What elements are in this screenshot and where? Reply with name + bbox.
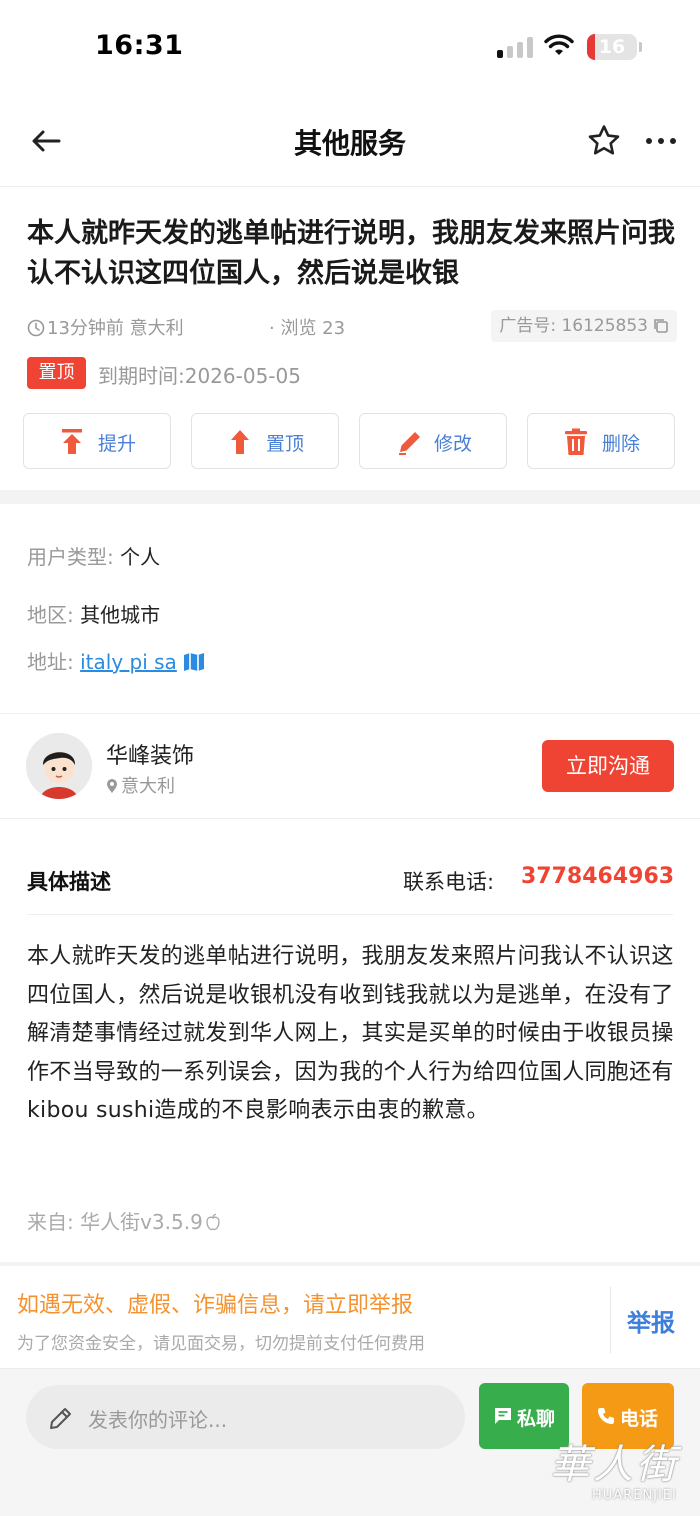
seller-location-text: 意大利 [121, 776, 175, 797]
phone-label: 联系电话: [403, 870, 495, 894]
post-views: · 浏览 23 [269, 318, 346, 339]
clock-icon [27, 319, 45, 337]
wifi-icon [544, 34, 574, 55]
delete-label: 删除 [602, 433, 641, 455]
cellular-signal-icon [497, 36, 535, 58]
pin-top-button[interactable]: 置顶 [191, 413, 339, 469]
chat-now-button[interactable]: 立即沟通 [542, 740, 674, 792]
more-options-icon[interactable] [644, 123, 678, 159]
post-source-text: 来自: 华人街v3.5.9 [27, 1210, 203, 1234]
post-meta: 13分钟前 意大利 · 浏览 23 广告号: 16125853 [27, 310, 677, 342]
pin-top-label: 置顶 [266, 433, 305, 455]
watermark-logo: 華人街 HUARENJIEI [540, 1430, 700, 1516]
post-time: 13分钟前 [47, 318, 124, 339]
map-icon[interactable] [183, 652, 205, 672]
post-title: 本人就昨天发的逃单帖进行说明，我朋友发来照片问我认不认识这四位国人，然后说是收银 [27, 218, 675, 289]
edit-button[interactable]: 修改 [359, 413, 507, 469]
pencil-icon [50, 1408, 71, 1429]
seller-name[interactable]: 华峰装饰 [106, 738, 194, 770]
region-row: 地区: 其他城市 [27, 599, 160, 628]
address-link[interactable]: italy pi sa [80, 650, 177, 674]
address-row: 地址: italy pi sa [27, 646, 205, 675]
apple-icon [206, 1213, 220, 1231]
edit-label: 修改 [434, 433, 473, 455]
location-pin-icon [107, 779, 117, 793]
battery-icon: 16 [587, 34, 637, 60]
user-type-row: 用户类型: 个人 [27, 541, 160, 570]
nav-bar: 其他服务 [0, 95, 700, 187]
watermark-main: 華人街 [550, 1442, 679, 1488]
divider [27, 914, 673, 915]
section-separator [0, 490, 700, 504]
private-message-label: 私聊 [517, 1408, 556, 1430]
region-value: 其他城市 [80, 603, 161, 627]
watermark-sub: HUARENJIEI [592, 1488, 677, 1503]
action-buttons: 提升 置顶 修改 删除 [23, 413, 677, 469]
raise-button[interactable]: 提升 [23, 413, 171, 469]
post-location: 意大利 [129, 318, 184, 339]
battery-level: 16 [598, 36, 626, 58]
top-badge: 置顶 [27, 357, 86, 389]
seller-location: 意大利 [106, 772, 175, 798]
battery-cap [639, 42, 642, 52]
phone-icon [598, 1408, 614, 1424]
comment-placeholder: 发表你的评论... [88, 1408, 228, 1432]
warning-divider [610, 1287, 611, 1353]
call-label: 电话 [620, 1408, 659, 1430]
address-label: 地址: [27, 650, 81, 674]
section-separator [0, 1262, 700, 1266]
warning-subtitle: 为了您资金安全，请见面交易，切勿提前支付任何费用 [17, 1334, 425, 1354]
divider [0, 713, 700, 714]
description-body: 本人就昨天发的逃单帖进行说明，我朋友发来照片问我认不认识这四位国人，然后说是收银… [27, 944, 674, 1124]
delete-button[interactable]: 删除 [527, 413, 675, 469]
ad-number-text: 广告号: 16125853 [499, 316, 648, 336]
copy-icon[interactable] [652, 317, 669, 334]
warning-title: 如遇无效、虚假、诈骗信息，请立即举报 [17, 1293, 414, 1318]
expire-date: 到期时间:2026-05-05 [98, 364, 301, 388]
region-label: 地区: [27, 603, 81, 627]
post-time-location: 13分钟前 意大利 [27, 314, 184, 340]
description-heading: 具体描述 [27, 870, 111, 894]
post-source: 来自: 华人街v3.5.9 [27, 1206, 221, 1235]
status-bar: 16:31 16 [0, 0, 700, 95]
comment-input[interactable]: 发表你的评论... [26, 1385, 465, 1449]
raise-icon [62, 429, 82, 454]
phone-number[interactable]: 3778464963 [521, 864, 674, 889]
edit-icon [399, 432, 420, 455]
chat-bubble-icon [495, 1408, 511, 1424]
status-time: 16:31 [95, 30, 184, 61]
favorite-star-icon[interactable] [586, 123, 622, 159]
raise-label: 提升 [98, 433, 137, 455]
avatar[interactable] [26, 733, 92, 799]
divider [0, 818, 700, 819]
ad-number[interactable]: 广告号: 16125853 [491, 310, 677, 342]
user-type-label: 用户类型: [27, 545, 121, 569]
pin-top-icon [231, 430, 249, 454]
user-type-value: 个人 [120, 545, 161, 569]
report-button[interactable]: 举报 [627, 1303, 675, 1338]
trash-icon [565, 428, 587, 455]
